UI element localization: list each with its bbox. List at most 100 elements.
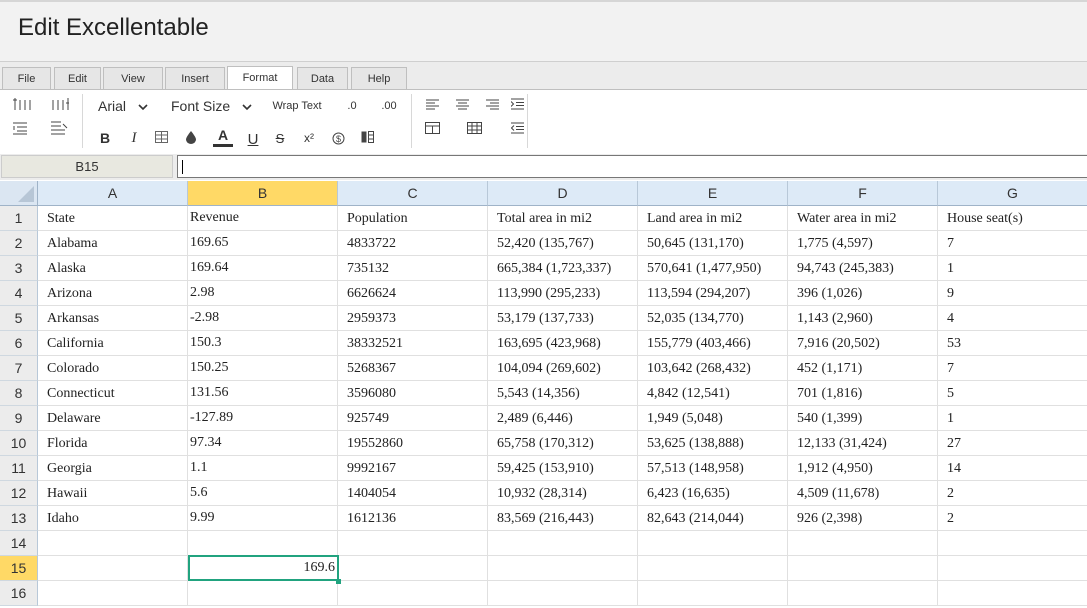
cell-g5[interactable]: 4 [938,306,1087,331]
cell-a1[interactable]: State [38,206,188,231]
cell-d2[interactable]: 52,420 (135,767) [488,231,638,256]
cell-e8[interactable]: 4,842 (12,541) [638,381,788,406]
row-header-10[interactable]: 10 [0,431,38,456]
font-size-select[interactable]: Font Size [171,96,257,116]
cell-f13[interactable]: 926 (2,398) [788,506,938,531]
cell-g12[interactable]: 2 [938,481,1087,506]
row-header-3[interactable]: 3 [0,256,38,281]
cell-f2[interactable]: 1,775 (4,597) [788,231,938,256]
column-header-c[interactable]: C [338,181,488,206]
cell-b15[interactable]: 169.6 [188,556,338,581]
cell-d5[interactable]: 53,179 (137,733) [488,306,638,331]
cell-b6[interactable]: 150.3 [188,331,338,356]
wrap-text-button[interactable]: Wrap Text [268,96,326,116]
cell-b10[interactable]: 97.34 [188,431,338,456]
cell-f15[interactable] [788,556,938,581]
cell-a8[interactable]: Connecticut [38,381,188,406]
cell-c16[interactable] [338,581,488,606]
cell-c7[interactable]: 5268367 [338,356,488,381]
fill-handle[interactable] [336,579,341,584]
cell-f8[interactable]: 701 (1,816) [788,381,938,406]
cell-e14[interactable] [638,531,788,556]
cell-e13[interactable]: 82,643 (214,044) [638,506,788,531]
currency-button[interactable]: $ [330,129,346,147]
cell-d9[interactable]: 2,489 (6,446) [488,406,638,431]
cell-g2[interactable]: 7 [938,231,1087,256]
row-header-6[interactable]: 6 [0,331,38,356]
cell-f5[interactable]: 1,143 (2,960) [788,306,938,331]
cell-c4[interactable]: 6626624 [338,281,488,306]
cell-e2[interactable]: 50,645 (131,170) [638,231,788,256]
cell-b7[interactable]: 150.25 [188,356,338,381]
cell-d14[interactable] [488,531,638,556]
cell-g13[interactable]: 2 [938,506,1087,531]
column-header-d[interactable]: D [488,181,638,206]
strikethrough-button[interactable]: S [272,129,288,147]
menu-tab-view[interactable]: View [103,67,163,89]
row-header-4[interactable]: 4 [0,281,38,306]
cell-g10[interactable]: 27 [938,431,1087,456]
cell-b4[interactable]: 2.98 [188,281,338,306]
column-header-g[interactable]: G [938,181,1087,206]
cell-a9[interactable]: Delaware [38,406,188,431]
cell-g16[interactable] [938,581,1087,606]
cell-b9[interactable]: -127.89 [188,406,338,431]
row-header-16[interactable]: 16 [0,581,38,606]
row-header-9[interactable]: 9 [0,406,38,431]
column-header-e[interactable]: E [638,181,788,206]
cell-d4[interactable]: 113,990 (295,233) [488,281,638,306]
cell-a6[interactable]: California [38,331,188,356]
insert-column-icon[interactable] [13,98,31,113]
cell-e16[interactable] [638,581,788,606]
row-header-15[interactable]: 15 [0,556,38,581]
cell-e15[interactable] [638,556,788,581]
cell-c12[interactable]: 1404054 [338,481,488,506]
menu-tab-data[interactable]: Data [297,67,348,89]
column-header-b[interactable]: B [188,181,338,206]
cell-f4[interactable]: 396 (1,026) [788,281,938,306]
cell-g15[interactable] [938,556,1087,581]
cell-b8[interactable]: 131.56 [188,381,338,406]
cell-a2[interactable]: Alabama [38,231,188,256]
cell-c11[interactable]: 9992167 [338,456,488,481]
decrease-decimal-button[interactable]: .0 [342,96,362,116]
menu-tab-edit[interactable]: Edit [54,67,101,89]
font-family-select[interactable]: Arial [98,96,154,116]
select-all-corner[interactable] [0,181,38,206]
cell-a13[interactable]: Idaho [38,506,188,531]
cell-c14[interactable] [338,531,488,556]
cell-c2[interactable]: 4833722 [338,231,488,256]
delete-row-icon[interactable] [51,121,69,138]
column-header-f[interactable]: F [788,181,938,206]
row-header-8[interactable]: 8 [0,381,38,406]
row-header-11[interactable]: 11 [0,456,38,481]
cell-e12[interactable]: 6,423 (16,635) [638,481,788,506]
cell-b1[interactable]: Revenue [188,206,338,231]
cell-d10[interactable]: 65,758 (170,312) [488,431,638,456]
cell-a15[interactable] [38,556,188,581]
cell-e6[interactable]: 155,779 (403,466) [638,331,788,356]
cell-f14[interactable] [788,531,938,556]
cell-f6[interactable]: 7,916 (20,502) [788,331,938,356]
cell-g4[interactable]: 9 [938,281,1087,306]
cell-g6[interactable]: 53 [938,331,1087,356]
cell-d7[interactable]: 104,094 (269,602) [488,356,638,381]
cell-d16[interactable] [488,581,638,606]
cell-c10[interactable]: 19552860 [338,431,488,456]
cell-c8[interactable]: 3596080 [338,381,488,406]
cell-g11[interactable]: 14 [938,456,1087,481]
row-header-13[interactable]: 13 [0,506,38,531]
cell-f7[interactable]: 452 (1,171) [788,356,938,381]
cell-c15[interactable] [338,556,488,581]
menu-tab-file[interactable]: File [2,67,51,89]
text-color-button[interactable]: A [212,126,234,148]
cell-c5[interactable]: 2959373 [338,306,488,331]
cell-d12[interactable]: 10,932 (28,314) [488,481,638,506]
bold-button[interactable]: B [97,129,113,147]
cell-b2[interactable]: 169.65 [188,231,338,256]
cell-e11[interactable]: 57,513 (148,958) [638,456,788,481]
align-left-icon[interactable] [426,99,439,113]
cell-g8[interactable]: 5 [938,381,1087,406]
cell-a11[interactable]: Georgia [38,456,188,481]
cell-e4[interactable]: 113,594 (294,207) [638,281,788,306]
